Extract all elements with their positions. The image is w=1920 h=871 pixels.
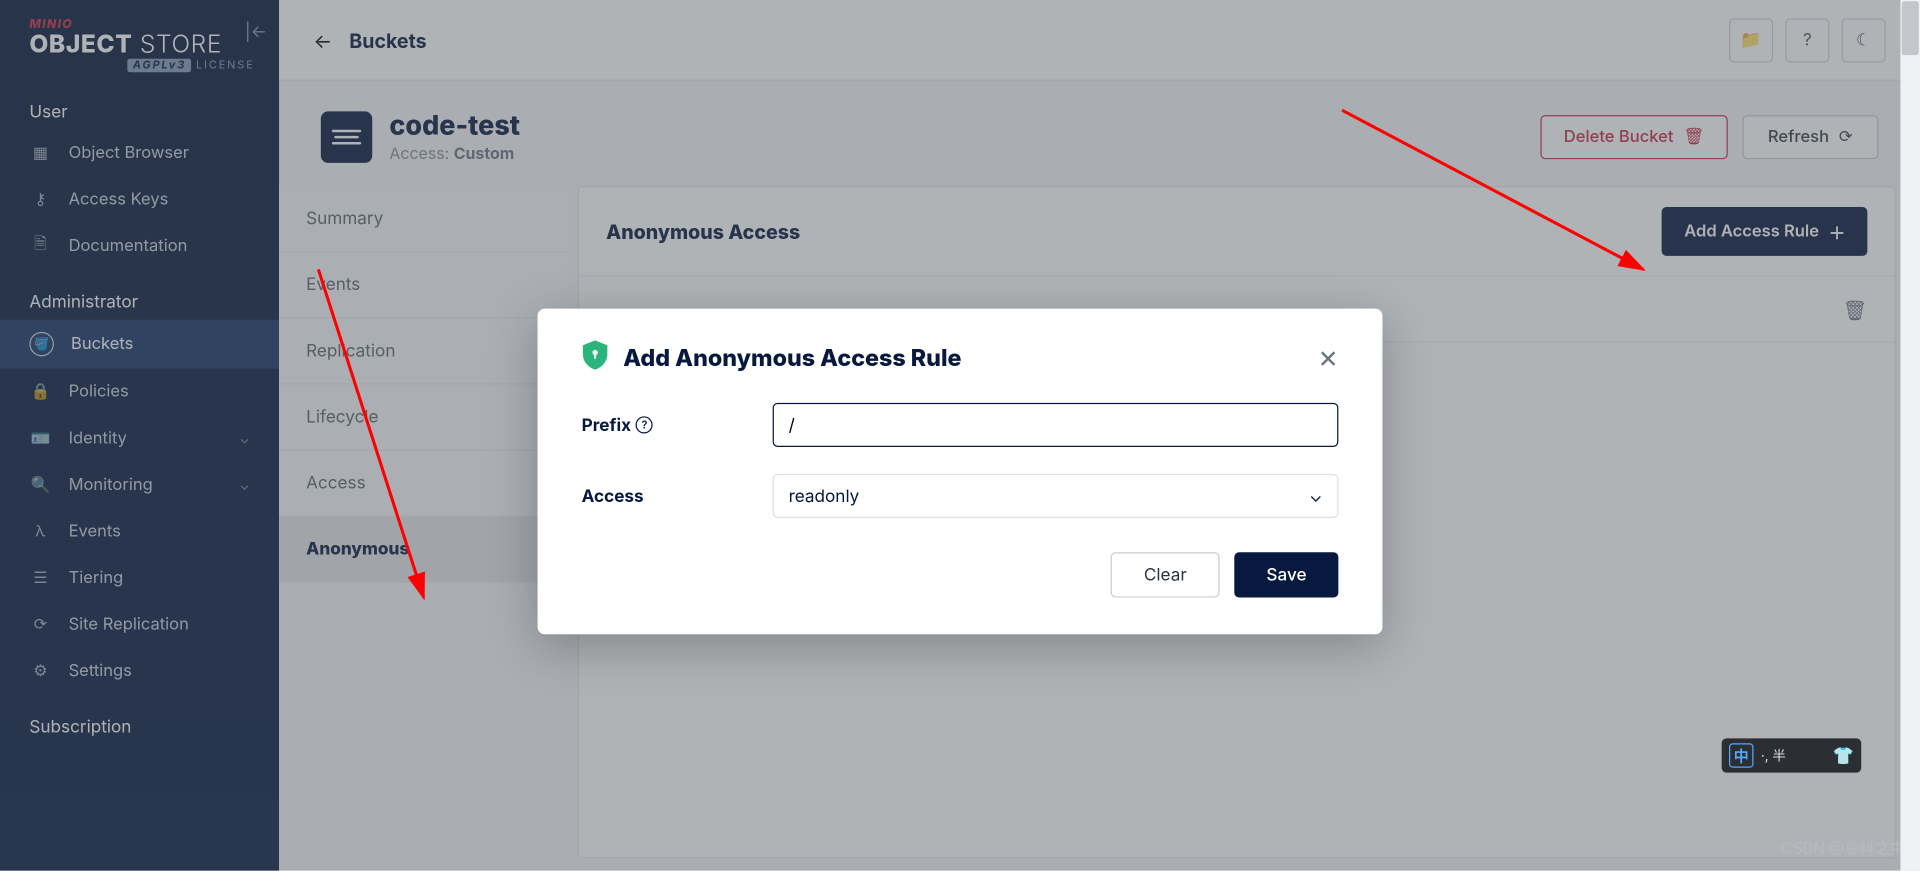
watermark: CSDN @意料之中	[1781, 835, 1905, 858]
modal-title: Add Anonymous Access Rule	[623, 344, 961, 372]
ime-mode: ·, 半	[1761, 746, 1786, 766]
help-icon[interactable]: ?	[636, 416, 653, 433]
close-icon[interactable]: ✕	[1318, 343, 1339, 372]
prefix-label: Prefix?	[582, 414, 773, 435]
scrollbar-thumb[interactable]	[1902, 1, 1919, 55]
clear-button[interactable]: Clear	[1111, 552, 1220, 597]
shield-icon	[582, 340, 609, 376]
access-label: Access	[582, 486, 773, 507]
prefix-input[interactable]	[773, 403, 1339, 447]
save-button[interactable]: Save	[1235, 552, 1339, 597]
ime-lang-icon[interactable]: 中	[1729, 743, 1753, 767]
access-select[interactable]: readonly⌄	[773, 474, 1339, 518]
chevron-down-icon: ⌄	[1309, 486, 1322, 507]
ime-toolbar[interactable]: 中 ·, 半 👕	[1722, 738, 1862, 772]
scrollbar[interactable]	[1900, 0, 1920, 871]
add-access-rule-modal: Add Anonymous Access Rule ✕ Prefix? Acce…	[538, 309, 1383, 635]
ime-skin-icon[interactable]: 👕	[1833, 745, 1854, 766]
